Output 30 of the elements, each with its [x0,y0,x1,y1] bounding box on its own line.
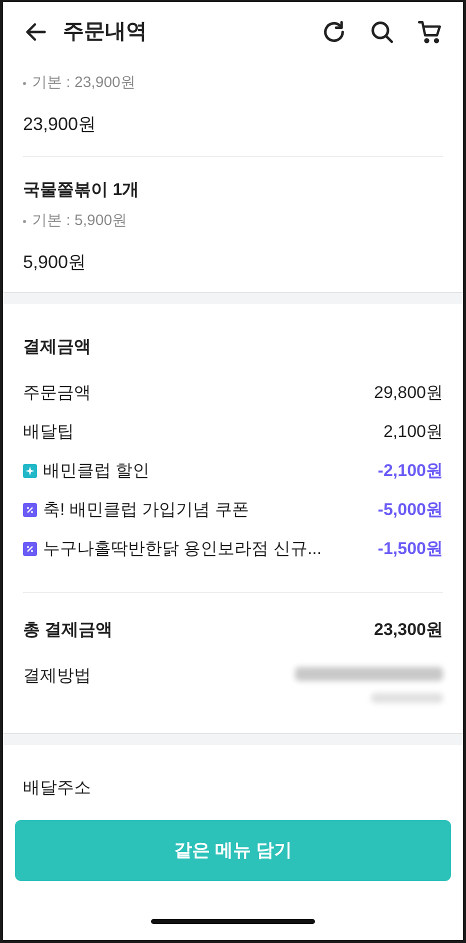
coupon-icon [23,542,37,556]
section-title: 배달주소 [23,776,92,798]
option-text: 기본 : 23,900원 [32,73,136,93]
row-label: 결제방법 [23,664,91,686]
section-title: 결제금액 [23,336,92,358]
row-amount: 2,100원 [383,420,443,443]
page-title: 주문내역 [63,19,148,46]
coupon-icon [23,502,37,516]
total-amount: 23,300원 [374,619,443,641]
discount-amount: -5,000원 [378,498,443,521]
menu-name: 국물쫄볶이 1개 [23,178,140,200]
discount-label: 축! 배민클럽 가입기념 쿠폰 [43,498,249,521]
add-same-menu-button[interactable]: 같은 메뉴 담기 [15,820,451,881]
discount-amount: -2,100원 [378,460,443,482]
sparkle-icon [23,464,37,478]
menu-price: 5,900원 [23,250,88,274]
cart-icon[interactable] [417,19,443,45]
option-text: 기본 : 5,900원 [32,211,128,231]
discount-label: 배민클럽 할인 [43,460,150,482]
total-label: 총 결제금액 [23,619,113,641]
row-amount: 29,800원 [374,382,443,404]
bullet-icon [23,82,26,85]
refresh-icon[interactable] [321,19,347,45]
row-label: 주문금액 [23,382,91,404]
menu-price: 23,900원 [23,112,98,136]
row-label: 배달팁 [23,420,74,443]
discount-amount: -1,500원 [378,538,443,560]
discount-label: 누구나홀딱반한닭 용인보라점 신규... [43,538,322,560]
search-icon[interactable] [369,19,395,45]
bullet-icon [23,220,26,223]
